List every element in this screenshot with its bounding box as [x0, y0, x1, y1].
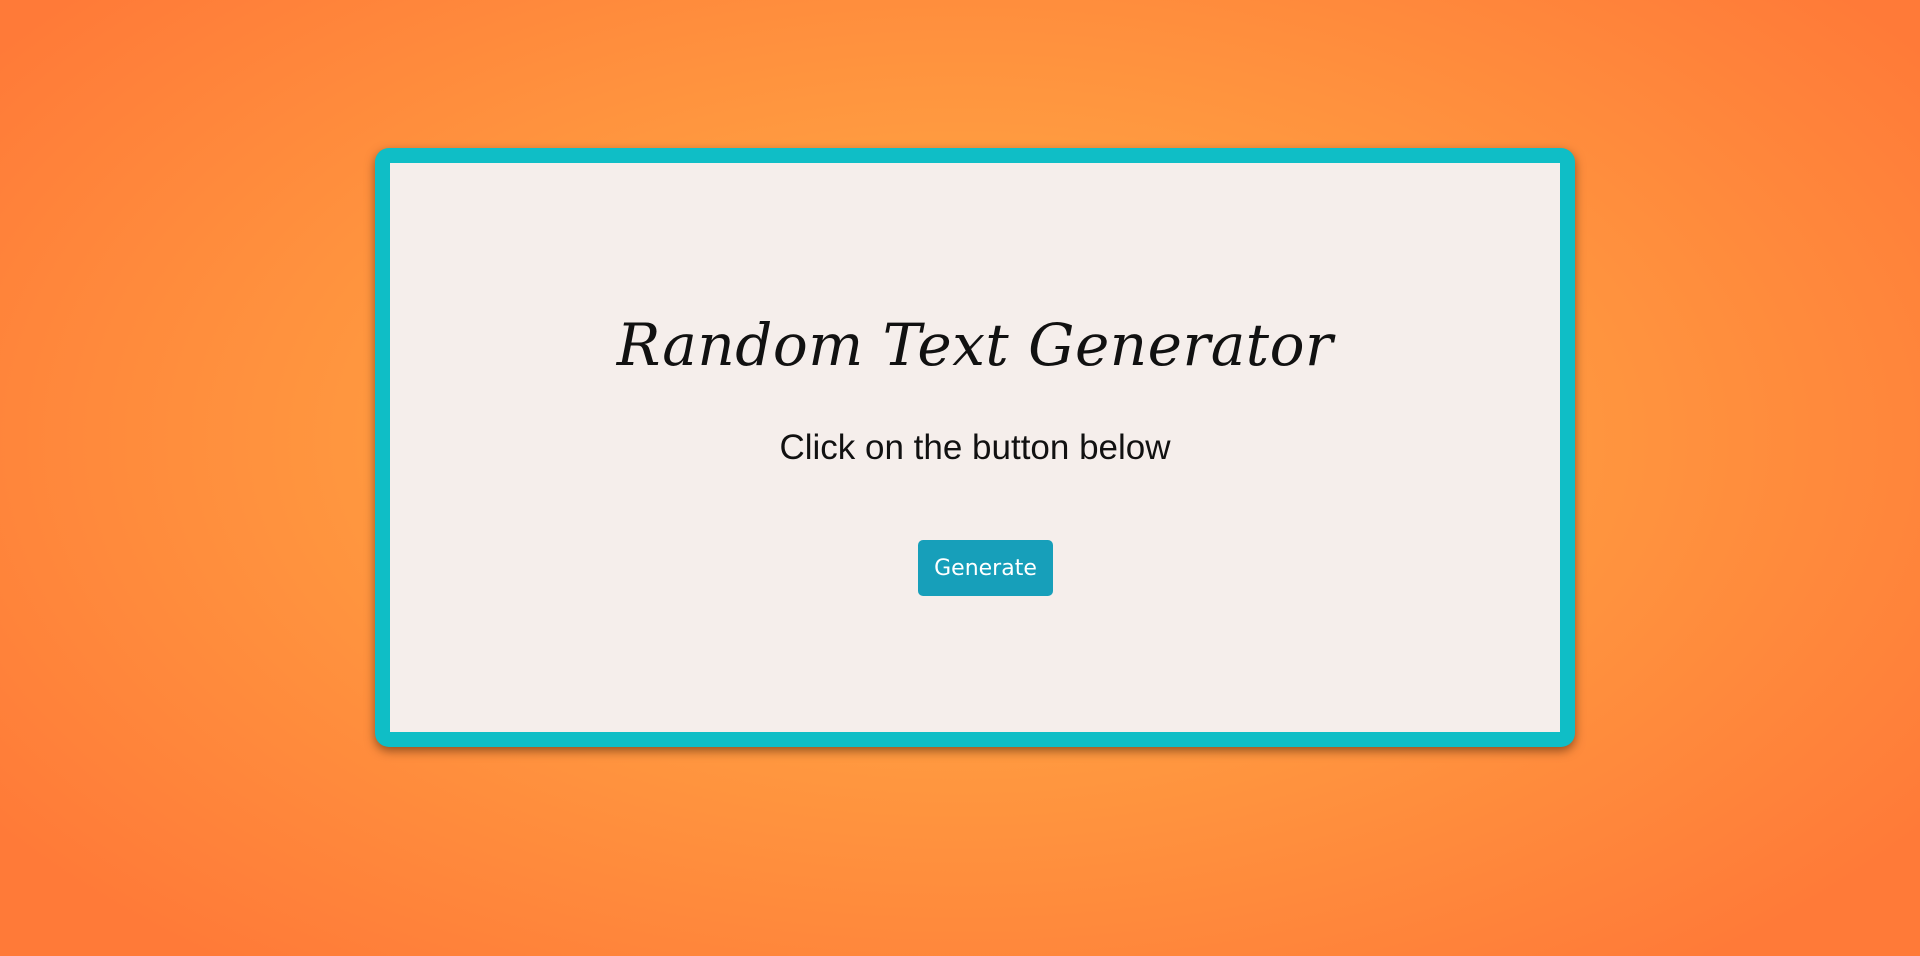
generate-button[interactable]: Generate: [918, 540, 1053, 596]
instruction-text: Click on the button below: [779, 428, 1171, 467]
page-title: Random Text Generator: [616, 311, 1334, 379]
generator-card: Random Text Generator Click on the butto…: [375, 148, 1575, 747]
